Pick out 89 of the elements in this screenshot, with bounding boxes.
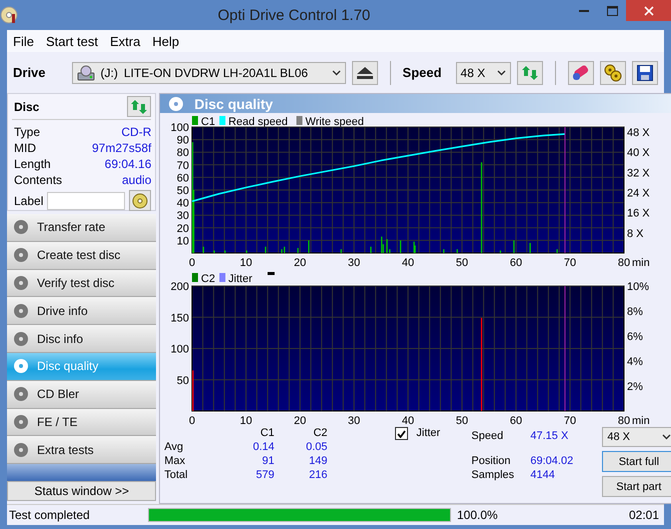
field-value: audio	[122, 173, 152, 187]
field-value: CD-R	[121, 125, 152, 139]
progress-percent: 100.0%	[456, 508, 499, 522]
drive-label: Drive	[13, 65, 46, 80]
axis-label: 100	[171, 344, 190, 356]
axis-label: 0	[189, 415, 196, 425]
window-title: Opti Drive Control 1.70	[216, 6, 372, 24]
axis-label: 60	[510, 257, 522, 269]
elapsed-time: 02:01	[628, 508, 659, 522]
drive-name: LITE-ON DVDRW LH-20A1L BL06	[124, 66, 309, 80]
field-label: Contents	[14, 173, 62, 187]
row-label: Total	[164, 469, 189, 481]
axis-label: 10	[240, 415, 252, 425]
axis-label: 40	[402, 257, 414, 269]
axis-label: 10%	[627, 281, 650, 293]
axis-label: 80	[618, 257, 630, 269]
stat-value: 216	[308, 469, 328, 481]
disc-title: Disc	[13, 100, 40, 114]
axis-label: 10	[240, 257, 252, 269]
axis-label: 150	[171, 312, 190, 324]
axis-label: 70	[564, 257, 576, 269]
axis-label: 80	[177, 147, 190, 160]
column-header: C1	[259, 427, 274, 439]
field-value: 69:04.16	[104, 157, 152, 171]
axis-label: 90	[177, 134, 190, 147]
field-label: Type	[14, 125, 40, 139]
axis-label: 20	[294, 257, 306, 269]
axis-label: 60	[177, 172, 190, 184]
axis-label: 40	[177, 198, 190, 210]
field-label: MID	[14, 141, 36, 155]
legend-label: Read speed	[228, 116, 288, 128]
legend-label: Write speed	[306, 116, 364, 128]
axis-label: 24 X	[627, 188, 650, 200]
axis-label: 20	[294, 415, 306, 425]
axis-label: 50	[177, 185, 190, 197]
axis-label: 2%	[627, 381, 644, 393]
axis-label: 60	[510, 415, 522, 425]
axis-label: 20	[177, 222, 190, 235]
speed-value: 48 X	[607, 431, 630, 443]
status-message: Test completed	[8, 508, 91, 522]
info-value: 4144	[530, 469, 556, 481]
stat-value: 149	[308, 455, 328, 467]
axis-label: 30	[177, 210, 190, 222]
panel-title: Disc quality	[194, 96, 273, 112]
axis-label: 70	[564, 415, 576, 425]
axis-label: 4%	[627, 356, 644, 368]
axis-label: 48 X	[627, 127, 650, 140]
axis-label: 70	[177, 160, 190, 172]
checkbox-label: Jitter	[416, 427, 440, 439]
axis-label: 100	[171, 122, 190, 134]
info-value: 47.15 X	[530, 430, 570, 442]
axis-title: min	[632, 415, 650, 425]
stat-value: 0.14	[252, 441, 274, 453]
row-label: Avg	[164, 441, 184, 453]
field-value: 97m27s58f	[92, 141, 152, 155]
legend-label: Jitter	[228, 273, 253, 285]
axis-title: min	[632, 257, 650, 269]
axis-label: 10	[177, 235, 190, 248]
axis-label: 50	[456, 257, 468, 269]
speed-value: 48 X	[460, 66, 486, 80]
axis-label: 16 X	[627, 208, 650, 220]
column-header: C2	[312, 427, 328, 439]
stat-value: 579	[255, 469, 274, 481]
axis-label: 30	[348, 415, 360, 425]
axis-label: 80	[618, 415, 630, 425]
axis-label: 6%	[627, 331, 644, 343]
stat-value: 0.05	[304, 441, 328, 453]
info-label: Speed	[471, 430, 504, 442]
axis-label: 40	[402, 415, 414, 425]
axis-label: 50	[456, 415, 468, 425]
info-label: Position	[471, 455, 512, 467]
axis-label: 32 X	[627, 167, 650, 180]
info-label: Samples	[471, 469, 516, 481]
row-label: Max	[164, 455, 186, 467]
axis-label: 8%	[627, 306, 644, 318]
axis-label: 30	[348, 257, 360, 269]
axis-label: 200	[171, 281, 190, 293]
axis-label: 40 X	[627, 147, 650, 160]
axis-label: 8 X	[627, 228, 644, 240]
drive-letter: (J:)	[100, 66, 118, 80]
legend-label: C1	[201, 116, 216, 128]
info-value: 69:04.02	[530, 455, 574, 467]
axis-label: 50	[177, 374, 190, 387]
field-label: Length	[14, 157, 51, 171]
stat-value: 91	[261, 455, 274, 467]
field-label: Label	[14, 194, 44, 208]
axis-label: 0	[189, 257, 196, 269]
speed-label: Speed	[402, 65, 442, 80]
legend-label: C2	[201, 273, 216, 285]
